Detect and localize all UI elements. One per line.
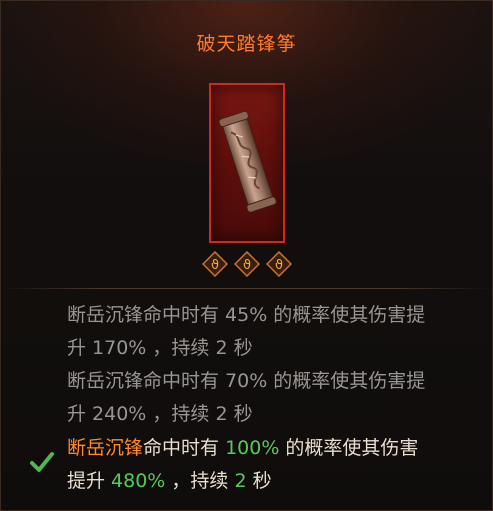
socket-gem-icon: ϑ (233, 250, 260, 278)
svg-text:ϑ: ϑ (274, 258, 282, 273)
socket-gem-icon: ϑ (201, 250, 228, 278)
tier-1-effect: 断岳沉锋命中时有 45% 的概率使其伤害提 升 170% ，持续 2 秒 (67, 299, 467, 365)
tier-2-effect: 断岳沉锋命中时有 70% 的概率使其伤害提 升 240% ，持续 2 秒 (67, 365, 467, 431)
tier-2-line-1: 断岳沉锋命中时有 70% 的概率使其伤害提 (67, 370, 426, 392)
tier-1-line-2: 升 170% ，持续 2 秒 (67, 337, 253, 359)
item-icon-frame[interactable] (209, 83, 285, 243)
item-title: 破天踏锋筝 (196, 33, 297, 55)
tier-1-line-1: 断岳沉锋命中时有 45% 的概率使其伤害提 (67, 304, 426, 326)
duration-value: 2 (234, 470, 247, 492)
damage-bonus-value: 480% (111, 470, 166, 492)
tier-3-effect-active: 断岳沉锋命中时有 100% 的概率使其伤害 提升 480% ，持续 2 秒 (67, 432, 467, 498)
checkmark-icon (30, 452, 54, 472)
item-tooltip-panel: 破天踏锋筝 ϑ ϑ ϑ 断岳沉锋命中时有 45% 的概率使其伤害提 升 170%… (0, 0, 493, 511)
socket-row: ϑ ϑ ϑ (1, 250, 492, 278)
tier-3-line-1: 断岳沉锋命中时有 100% 的概率使其伤害 (67, 437, 419, 459)
scroll-icon (218, 110, 277, 213)
section-divider (1, 288, 492, 289)
socket-gem-icon: ϑ (265, 250, 292, 278)
chance-value: 100% (225, 437, 280, 459)
svg-text:ϑ: ϑ (242, 258, 250, 273)
skill-name: 断岳沉锋 (67, 437, 144, 459)
tier-2-line-2: 升 240% ，持续 2 秒 (67, 403, 253, 425)
tier-3-line-2: 提升 480% ，持续 2 秒 (67, 470, 272, 492)
svg-text:ϑ: ϑ (210, 258, 218, 273)
